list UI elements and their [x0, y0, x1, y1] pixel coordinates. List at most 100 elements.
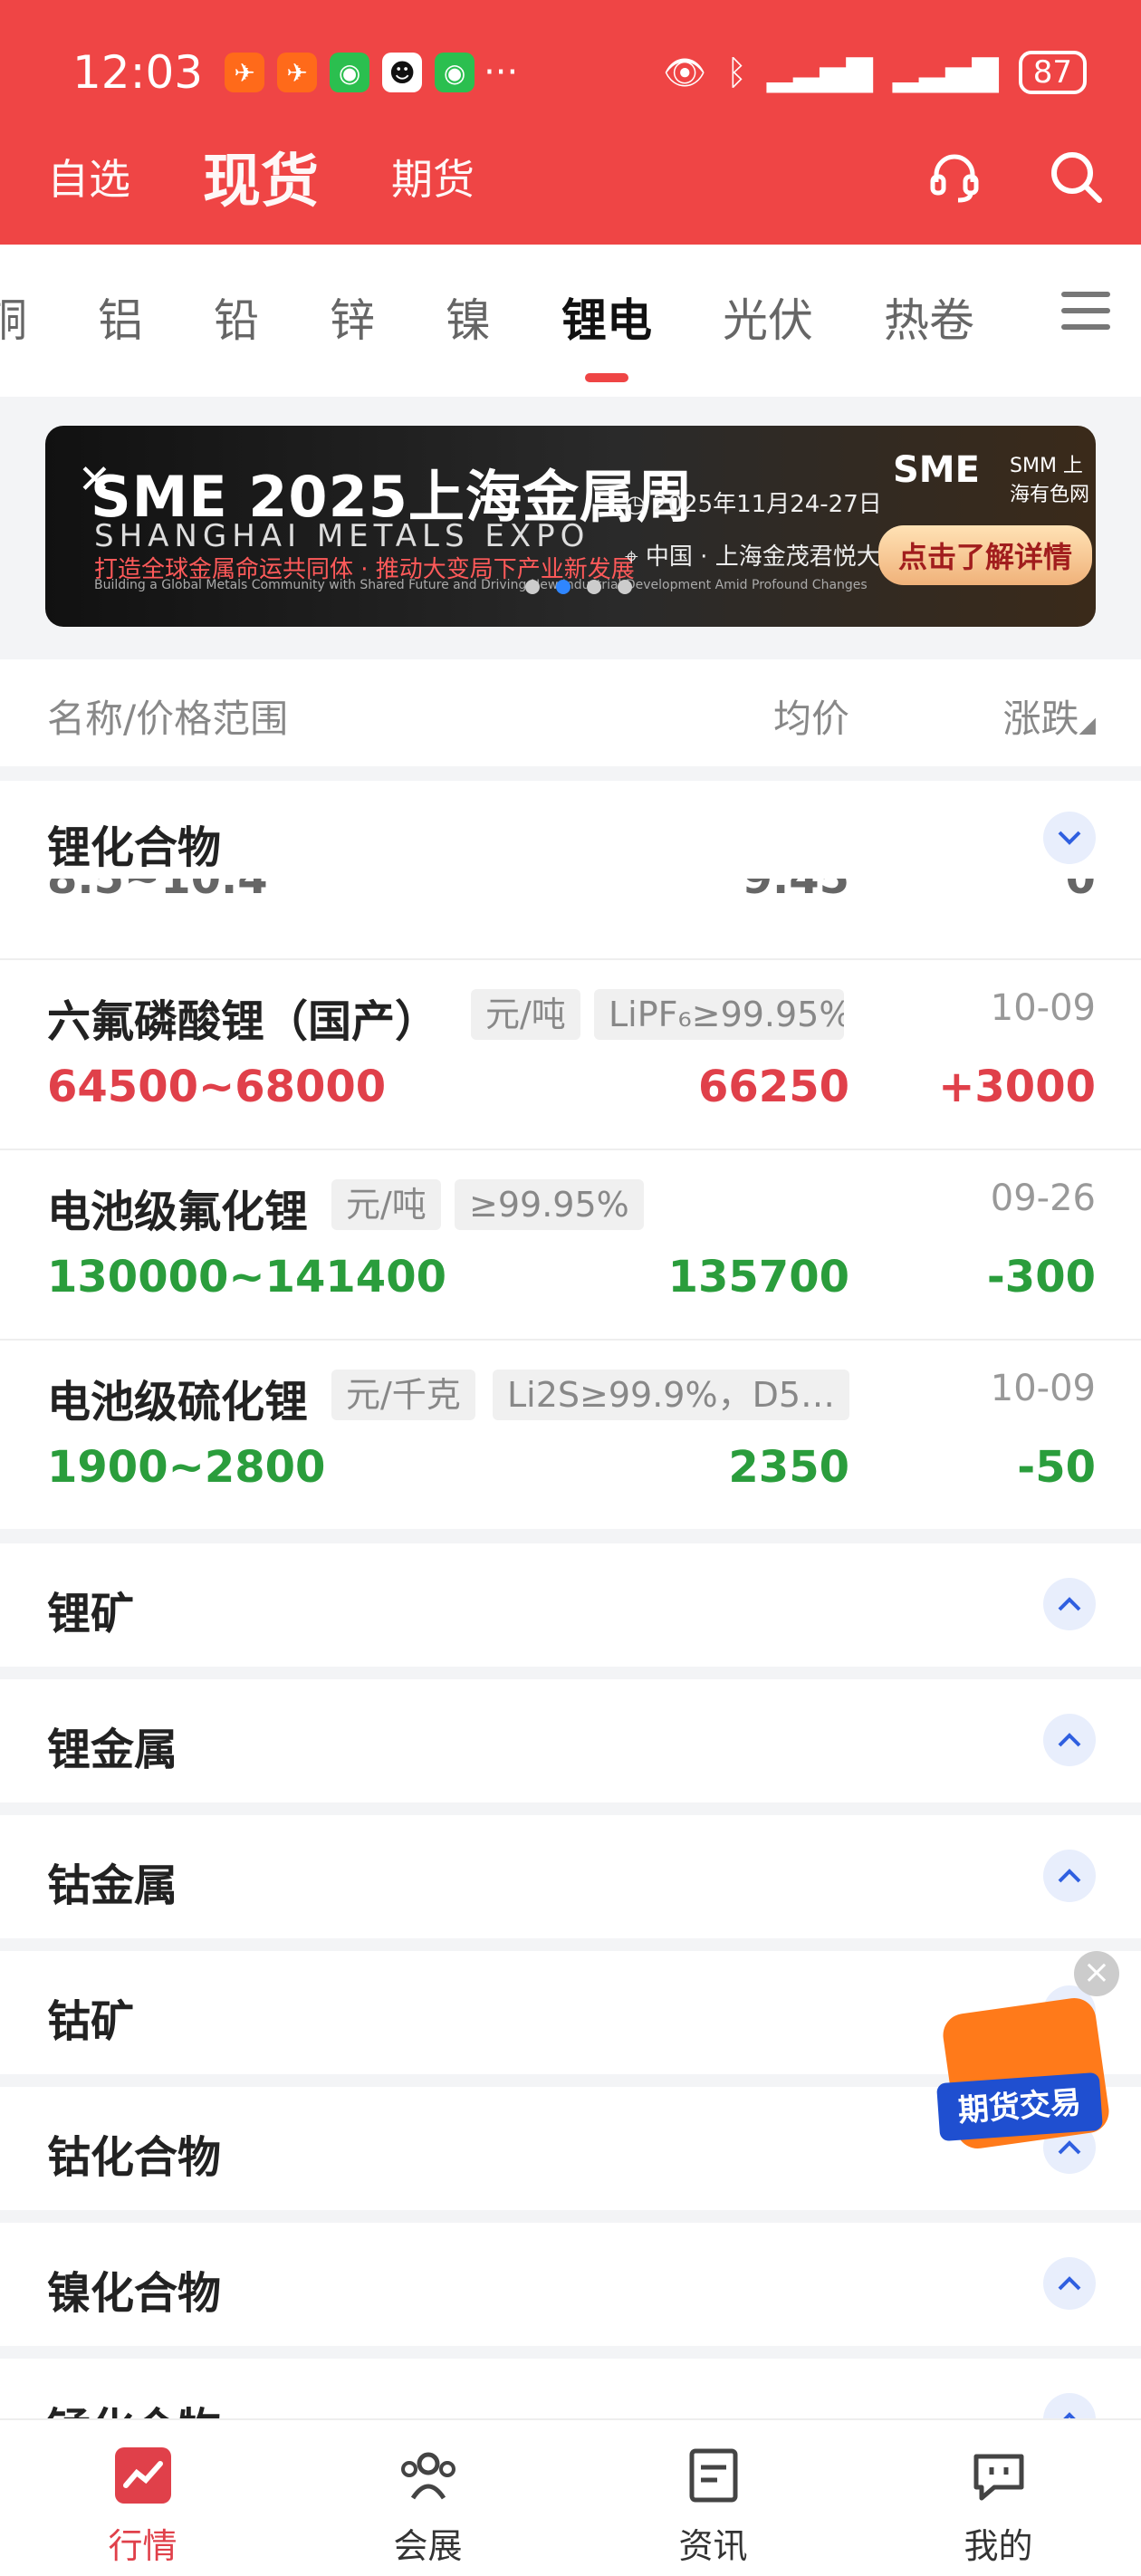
section-title[interactable]: 锂化合物 — [47, 812, 221, 875]
avg-price: 9.45 — [742, 879, 849, 904]
banner-date-text: 2025年11月24-27日 — [652, 491, 882, 518]
tab-nickel[interactable]: 镍 — [446, 284, 491, 350]
price-date: 09-26 — [990, 1177, 1096, 1219]
bluetooth-icon: ᛒ — [726, 53, 747, 92]
tab-aluminum[interactable]: 铝 — [98, 284, 143, 350]
price-range: 8.5~10.4 — [47, 879, 268, 904]
tab-futures[interactable]: 期货 — [391, 147, 475, 207]
column-name: 名称/价格范围 — [47, 697, 289, 741]
tab-lead[interactable]: 铅 — [214, 284, 259, 350]
carousel-dots — [525, 580, 632, 594]
chevron-up-icon[interactable] — [1043, 1578, 1096, 1630]
float-button-label: 期货交易 — [935, 2071, 1104, 2142]
section-lithium-metal[interactable]: 锂金属 — [0, 1679, 1141, 1802]
nav-market[interactable]: 行情 — [0, 2420, 285, 2576]
banner-english-slogan: Building a Global Metals Community with … — [94, 578, 868, 592]
product-name: 电池级氟化锂 — [47, 1187, 309, 1237]
avg-price: 2350 — [728, 1442, 849, 1493]
bottom-nav: 行情 会展 资讯 我的 — [0, 2418, 1141, 2576]
chat-face-icon — [967, 2444, 1031, 2507]
banner-cta-button[interactable]: 点击了解详情 — [878, 525, 1093, 585]
people-icon — [397, 2444, 460, 2507]
banner-date: ◷ 2025年11月24-27日 — [625, 485, 882, 519]
section-title: 钴金属 — [47, 1860, 178, 1911]
spec-tag: Li2S≥99.9%，D5… — [493, 1370, 850, 1420]
section-title: 锰化合物 — [47, 2393, 221, 2418]
signal-icon: ▂▃▅▇ — [766, 53, 873, 92]
search-icon[interactable] — [1047, 148, 1105, 206]
chevron-up-icon[interactable] — [1043, 1850, 1096, 1902]
close-icon[interactable]: × — [1074, 1951, 1119, 1996]
market-chart-icon — [111, 2444, 175, 2507]
futures-trading-float-button[interactable]: × 期货交易 — [935, 1951, 1119, 2152]
section-cobalt-metal[interactable]: 钴金属 — [0, 1815, 1141, 1938]
nav-label: 会展 — [393, 2526, 463, 2566]
list-item[interactable]: 六氟磷酸锂（国产） 元/吨 LiPF₆≥99.95% 10-09 64500~6… — [0, 958, 1141, 1147]
price-range: 64500~68000 — [47, 1062, 387, 1112]
list-item[interactable]: 电池级氟化锂 元/吨 ≥99.95% 09-26 130000~141400 1… — [0, 1149, 1141, 1337]
status-bar: 12:03 ✈ ✈ ◉ ☻ ◉ ··· 👁 ᛒ ▂▃▅▇ ▂▃▅▇ 87 — [72, 36, 1087, 109]
banner-subtitle: SHANGHAI METALS EXPO — [94, 518, 590, 554]
price-range: 130000~141400 — [47, 1252, 446, 1302]
price-date: 10-09 — [990, 987, 1096, 1029]
menu-icon[interactable] — [1061, 292, 1110, 341]
app-notification-icon: ✈ — [277, 53, 318, 92]
partial-row: 8.5~10.4 9.45 0 — [0, 879, 1141, 915]
app-header: 12:03 ✈ ✈ ◉ ☻ ◉ ··· 👁 ᛒ ▂▃▅▇ ▂▃▅▇ 87 自选 … — [0, 0, 1141, 245]
column-change[interactable]: 涨跌◢ — [1003, 688, 1096, 744]
avg-price: 66250 — [698, 1062, 849, 1112]
headset-icon[interactable] — [925, 148, 983, 206]
price-date: 10-09 — [990, 1368, 1096, 1409]
product-name: 六氟磷酸锂（国产） — [47, 996, 439, 1047]
column-change-label: 涨跌 — [1002, 697, 1079, 741]
battery-indicator: 87 — [1018, 51, 1087, 94]
column-avg[interactable]: 均价 — [773, 688, 849, 744]
unit-tag: 元/千克 — [331, 1370, 475, 1420]
price-range: 1900~2800 — [47, 1442, 326, 1493]
nav-label: 资讯 — [678, 2526, 748, 2566]
more-notifications-icon: ··· — [484, 52, 519, 93]
sme-logo: SME — [893, 449, 980, 491]
sort-icon: ◢ — [1079, 712, 1096, 737]
chevron-up-icon[interactable] — [1043, 2257, 1096, 2310]
tab-hot-rolled-coil[interactable]: 热卷 — [884, 284, 974, 350]
section-lithium-ore[interactable]: 锂矿 — [0, 1543, 1141, 1667]
tab-watchlist[interactable]: 自选 — [47, 147, 130, 207]
price-change: -50 — [1017, 1442, 1096, 1493]
nav-exhibition[interactable]: 会展 — [285, 2420, 570, 2576]
section-title: 锂矿 — [47, 1589, 135, 1639]
nav-profile[interactable]: 我的 — [856, 2420, 1141, 2576]
tab-copper[interactable]: 铜 — [0, 284, 27, 350]
tab-zinc[interactable]: 锌 — [330, 284, 375, 350]
tab-lithium-battery[interactable]: 锂电 — [561, 284, 652, 350]
product-name: 电池级硫化锂 — [47, 1377, 309, 1427]
chevron-down-icon[interactable] — [1043, 812, 1096, 864]
signal-icon: ▂▃▅▇ — [892, 53, 999, 92]
price-change: +3000 — [938, 1062, 1096, 1112]
unit-tag: 元/吨 — [471, 989, 580, 1040]
section-lithium-compounds: 锂化合物 8.5~10.4 9.45 0 六氟磷酸锂（国产） 元/吨 LiPF₆… — [0, 781, 1141, 1529]
carousel-dot-active — [556, 580, 570, 594]
chevron-up-icon[interactable] — [1043, 1714, 1096, 1766]
price-change: -300 — [986, 1252, 1096, 1302]
section-title: 钴化合物 — [47, 2132, 222, 2183]
wechat-icon: ◉ — [435, 53, 475, 92]
nav-news[interactable]: 资讯 — [570, 2420, 856, 2576]
column-headers: 名称/价格范围 均价 涨跌◢ — [0, 659, 1141, 766]
avg-price: 135700 — [667, 1252, 849, 1302]
document-icon — [682, 2444, 745, 2507]
carousel-dot — [587, 580, 601, 594]
section-manganese-compounds[interactable]: 锰化合物 — [0, 2359, 1141, 2418]
carousel-dot — [618, 580, 632, 594]
app-notification-icon: ✈ — [225, 53, 265, 92]
section-title: 钴矿 — [47, 1996, 135, 2047]
promo-banner[interactable]: ✕ SME 2025上海金属周 SHANGHAI METALS EXPO 打造全… — [45, 426, 1096, 627]
status-time: 12:03 — [72, 46, 204, 99]
smm-logo: SMM 上海有色网 — [1010, 455, 1090, 506]
tab-spot[interactable]: 现货 — [203, 135, 319, 218]
list-item[interactable]: 电池级硫化锂 元/千克 Li2S≥99.9%，D5… 10-09 1900~28… — [0, 1339, 1141, 1527]
spec-tag: LiPF₆≥99.95% — [594, 989, 844, 1040]
section-nickel-compounds[interactable]: 镍化合物 — [0, 2223, 1141, 2346]
tab-photovoltaic[interactable]: 光伏 — [723, 284, 813, 350]
chevron-up-icon[interactable] — [1043, 2393, 1096, 2418]
